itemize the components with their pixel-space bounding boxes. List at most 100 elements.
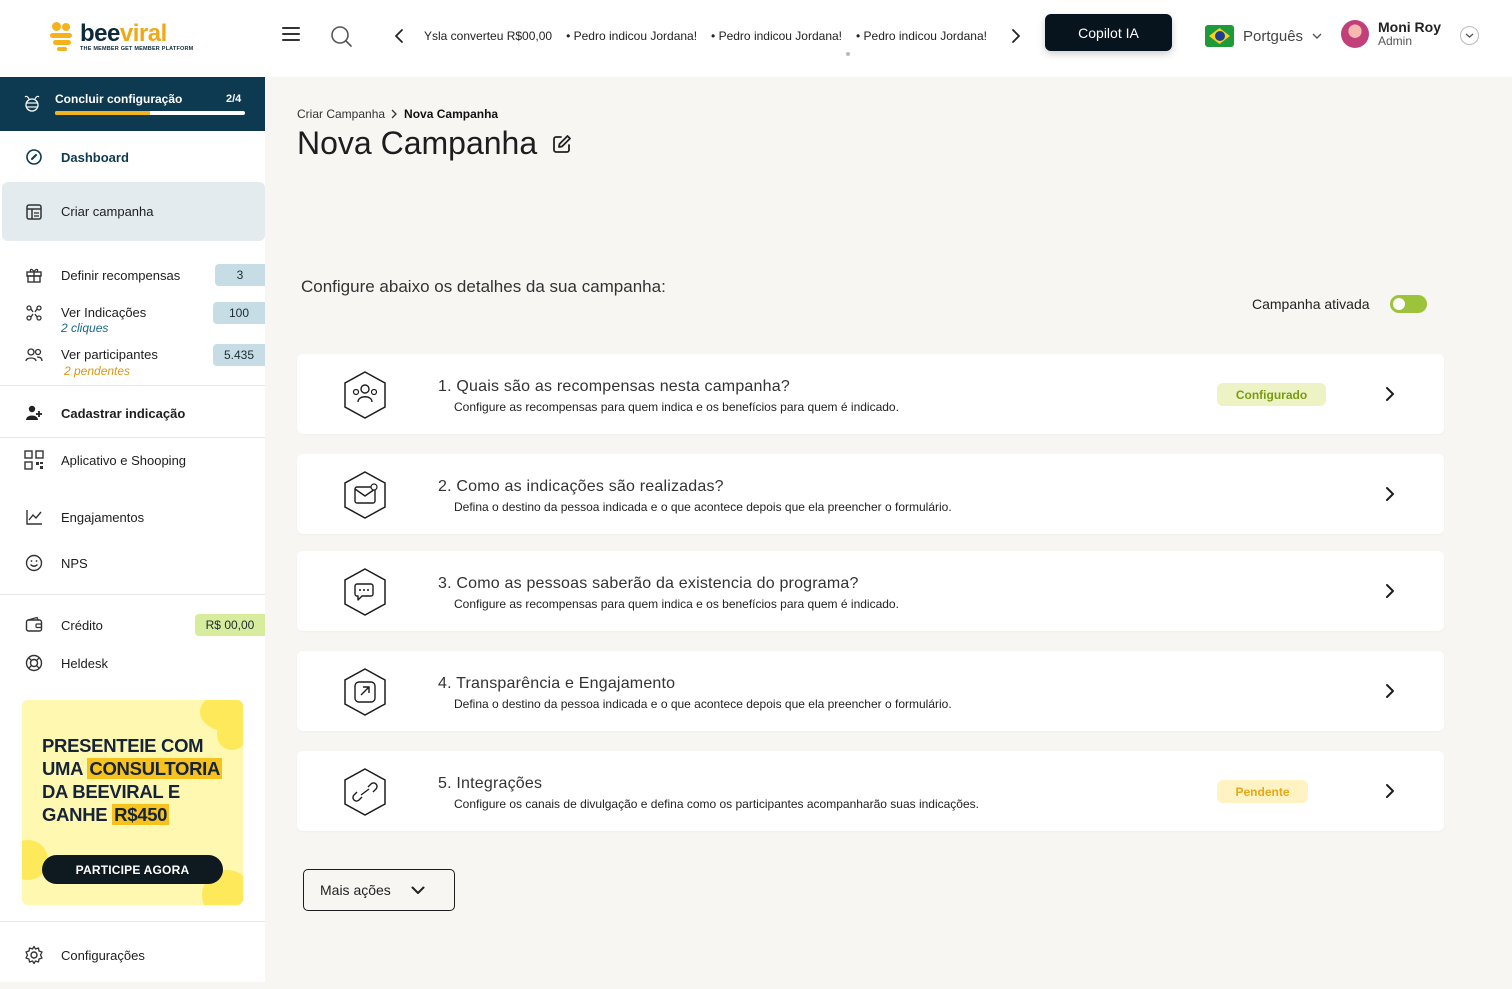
- breadcrumb-parent-link[interactable]: Criar Campanha: [297, 107, 385, 121]
- step-card-referrals[interactable]: 2. Como as indicações são realizadas? De…: [297, 454, 1444, 534]
- promo-headline: PRESENTEIE COM UMA CONSULTORIA DA BEEVIR…: [42, 734, 223, 826]
- sidebar-item-dashboard[interactable]: Dashboard: [0, 145, 265, 169]
- rewards-hex-icon: [344, 371, 386, 419]
- count-badge: 100: [213, 302, 265, 324]
- sidebar-item-participantes[interactable]: Ver participantes 2 pendentes 5.435: [0, 344, 265, 380]
- campaign-toggle-row: Campanha ativada: [1252, 295, 1427, 313]
- sidebar-item-helpdesk[interactable]: Heldesk: [0, 652, 265, 674]
- sidebar-item-label: Ver Indicações: [61, 305, 147, 320]
- chevron-right-icon: [391, 109, 397, 119]
- ticker-item: • Pedro indicou Jordana!: [856, 29, 987, 43]
- promo-line: DA BEEVIRAL E: [42, 781, 180, 802]
- avatar: [1341, 20, 1369, 48]
- qr-code-icon: [24, 450, 44, 470]
- sidebar-item-recompensas[interactable]: Definir recompensas 3: [0, 264, 265, 286]
- activity-ticker: Ysla converteu R$00,00 • Pedro indicou J…: [424, 29, 987, 43]
- edit-icon[interactable]: [551, 133, 573, 155]
- status-badge: Pendente: [1217, 780, 1308, 803]
- sidebar-item-engajamentos[interactable]: Engajamentos: [0, 506, 265, 528]
- chevron-left-icon[interactable]: [392, 26, 406, 46]
- ticker-item: • Pedro indicou Jordana!: [711, 29, 842, 43]
- step-card-rewards[interactable]: 1. Quais são as recompensas nesta campan…: [297, 354, 1444, 434]
- promo-banner[interactable]: PRESENTEIE COM UMA CONSULTORIA DA BEEVIR…: [22, 700, 243, 905]
- chevron-right-icon: [1386, 684, 1394, 698]
- bee-icon: [24, 95, 40, 112]
- more-actions-label: Mais ações: [320, 882, 391, 898]
- setup-progress-fill: [55, 111, 150, 115]
- toggle-label: Campanha ativada: [1252, 296, 1370, 312]
- sidebar-item-cadastrar[interactable]: Cadastrar indicação: [0, 402, 265, 424]
- setup-count: 2/4: [226, 93, 242, 105]
- link-hex-icon: [344, 668, 386, 716]
- step-title: 4. Transparência e Engajamento: [438, 675, 676, 692]
- section-intro: Configure abaixo os detalhes da sua camp…: [301, 277, 666, 296]
- sidebar-item-label: Cadastrar indicação: [61, 405, 186, 421]
- step-description: Defina o destino da pessoa indicada e o …: [454, 697, 952, 711]
- sidebar-item-configuracoes[interactable]: Configurações: [0, 944, 265, 966]
- sidebar-item-label: Definir recompensas: [61, 267, 181, 283]
- brazil-flag-icon: [1205, 25, 1234, 47]
- step-description: Configure os canais de divulgação e defi…: [454, 797, 979, 811]
- sidebar-divider: [0, 385, 265, 386]
- sidebar-item-sublabel: 2 pendentes: [64, 364, 131, 378]
- gift-icon: [24, 265, 44, 285]
- sidebar-item-criar-campanha[interactable]: Criar campanha: [2, 182, 265, 241]
- gauge-icon: [24, 147, 44, 167]
- sidebar-item-aplicativo[interactable]: Aplicativo e Shooping: [0, 449, 265, 471]
- beeviral-logo[interactable]: beeviral THE MEMBER GET MEMBER PLATFORM: [50, 19, 194, 52]
- sidebar-item-label: Crédito: [61, 617, 103, 633]
- add-user-icon: [24, 403, 44, 423]
- lifebuoy-icon: [24, 653, 44, 673]
- language-selector[interactable]: Portguês: [1205, 25, 1322, 47]
- breadcrumb: Criar Campanha Nova Campanha: [297, 107, 498, 121]
- campaign-active-toggle[interactable]: [1389, 295, 1427, 313]
- sidebar-item-nps[interactable]: NPS: [0, 552, 265, 574]
- more-actions-dropdown[interactable]: Mais ações: [303, 869, 455, 911]
- sidebar-item-label: Aplicativo e Shooping: [61, 452, 187, 468]
- logo-tagline: THE MEMBER GET MEMBER PLATFORM: [80, 45, 194, 52]
- ticker-page-dot: [846, 52, 850, 56]
- language-label: Portguês: [1243, 27, 1304, 45]
- step-card-integrations[interactable]: 5. Integrações Configure os canais de di…: [297, 751, 1444, 831]
- step-title: 3. Como as pessoas saberão da existencia…: [438, 575, 859, 592]
- network-icon: [24, 303, 44, 323]
- sidebar-item-label: Engajamentos: [61, 509, 145, 525]
- user-menu-toggle[interactable]: [1460, 26, 1479, 45]
- copilot-button[interactable]: Copilot IA: [1045, 14, 1172, 51]
- chevron-down-icon: [411, 886, 425, 894]
- promo-highlight: CONSULTORIA: [87, 758, 223, 779]
- template-icon: [24, 202, 44, 222]
- sidebar-item-indicacoes[interactable]: Ver Indicações 2 cliques 100: [0, 302, 265, 336]
- count-badge: 5.435: [213, 344, 265, 366]
- user-profile[interactable]: Moni Roy Admin: [1341, 20, 1441, 48]
- promo-line: UMA: [42, 758, 88, 779]
- chat-hex-icon: [344, 568, 386, 616]
- chevron-down-icon: [1312, 33, 1322, 39]
- promo-line: GANHE: [42, 804, 113, 825]
- sidebar-item-label: Configurações: [61, 947, 145, 963]
- sidebar-item-label: Ver participantes: [61, 347, 158, 362]
- chevron-right-icon[interactable]: [1009, 26, 1023, 46]
- users-icon: [24, 345, 44, 365]
- step-card-transparency[interactable]: 4. Transparência e Engajamento Defina o …: [297, 651, 1444, 731]
- status-badge: Configurado: [1217, 383, 1326, 406]
- setup-progress-banner[interactable]: Concluir configuração 2/4: [0, 77, 265, 131]
- wallet-icon: [24, 615, 44, 635]
- menu-icon[interactable]: [282, 27, 300, 43]
- search-icon[interactable]: [330, 25, 352, 47]
- credit-badge: R$ 00,00: [195, 614, 265, 636]
- participate-button[interactable]: PARTICIPE AGORA: [42, 855, 223, 884]
- mail-hex-icon: [344, 471, 386, 519]
- step-card-awareness[interactable]: 3. Como as pessoas saberão da existencia…: [297, 551, 1444, 631]
- sidebar-divider: [0, 921, 265, 922]
- chevron-down-icon: [1465, 33, 1474, 38]
- breadcrumb-current: Nova Campanha: [404, 107, 499, 121]
- ticker-item: Ysla converteu R$00,00: [424, 29, 553, 43]
- logo-word-bee: bee: [80, 19, 120, 47]
- logo-word-viral: viral: [119, 19, 167, 47]
- chevron-right-icon: [1386, 387, 1394, 401]
- sidebar-item-credito[interactable]: Crédito R$ 00,00: [0, 614, 265, 636]
- promo-line: PRESENTEIE COM: [42, 735, 204, 756]
- top-bar: beeviral THE MEMBER GET MEMBER PLATFORM …: [0, 0, 1512, 77]
- sidebar-divider: [0, 437, 265, 438]
